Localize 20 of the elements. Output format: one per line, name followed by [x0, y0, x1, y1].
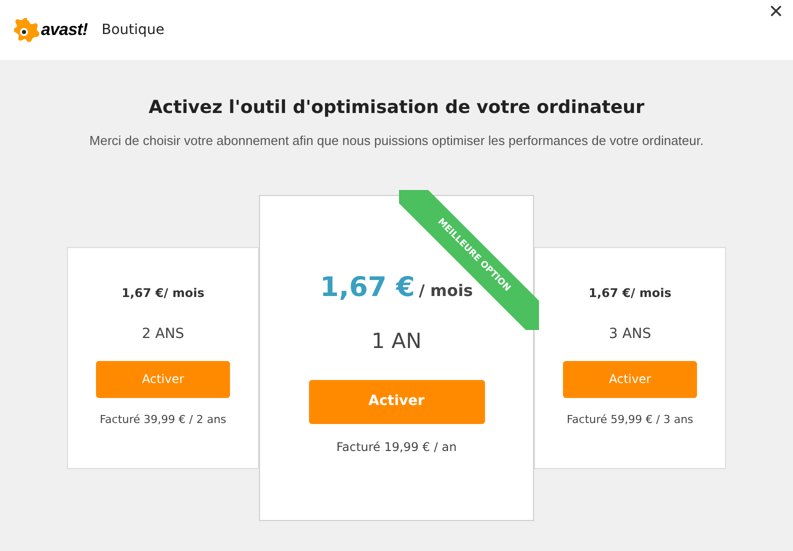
plan-unit: / mois: [630, 284, 672, 302]
billing-text: Facturé 19,99 € / an: [336, 438, 457, 456]
plan-price: 1,67 €: [588, 284, 631, 302]
activate-button[interactable]: Activer: [563, 360, 697, 398]
plan-unit: / mois: [418, 280, 473, 302]
plan-term: 1 AN: [371, 328, 422, 355]
page-heading: Activez l'outil d'optimisation de votre ordinateur: [148, 96, 644, 120]
activate-button[interactable]: Activer: [308, 380, 484, 424]
activate-button[interactable]: Activer: [96, 360, 230, 398]
page-subheading: Merci de choisir votre abonnement afin que nous puissions optimiser les performances de votre ordinateur.: [89, 132, 704, 150]
window-title: Boutique: [102, 20, 164, 40]
billing-text: Facturé 59,99 € / 3 ans: [566, 412, 694, 428]
plan-unit: / mois: [164, 284, 204, 302]
plan-price: 1,67 €: [122, 284, 164, 302]
logo-icon: [14, 18, 40, 42]
logo-text: avast!: [41, 19, 88, 42]
plan-term: 2 ANS: [142, 324, 184, 344]
close-button[interactable]: ×: [768, 0, 783, 24]
plan-term: 3 ANS: [608, 324, 652, 344]
billing-text: Facturé 39,99 € / 2 ans: [100, 412, 226, 428]
